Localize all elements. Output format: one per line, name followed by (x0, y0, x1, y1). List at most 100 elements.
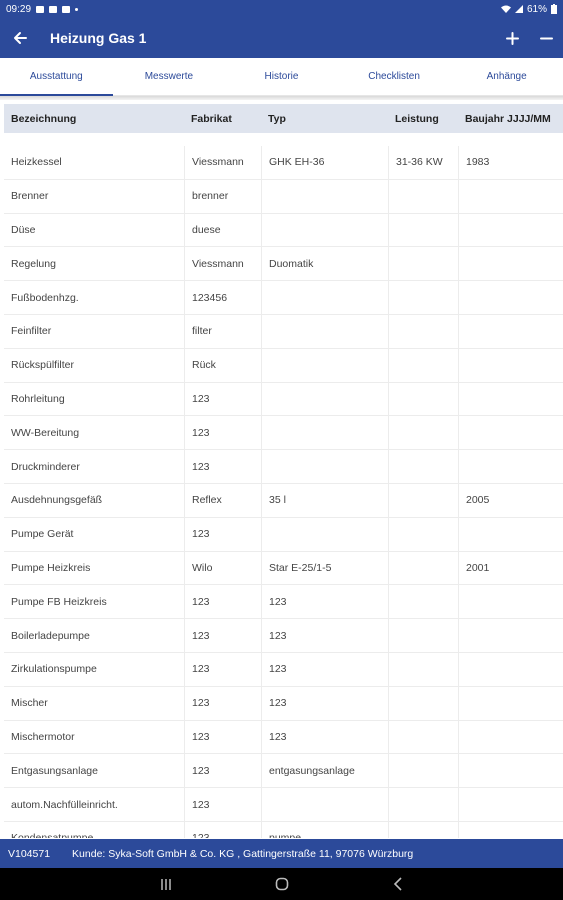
table-row[interactable]: Druckminderer 123 (4, 450, 563, 484)
column-header-fabrikat[interactable]: Fabrikat (184, 104, 261, 133)
cell-typ (261, 179, 388, 213)
table-row[interactable]: Boilerladepumpe 123 123 (4, 619, 563, 653)
cell-leistung (388, 619, 458, 652)
cell-baujahr (458, 686, 563, 720)
cell-typ: 123 (261, 619, 388, 652)
table-row[interactable]: Rohrleitung 123 (4, 382, 563, 417)
cell-baujahr (458, 247, 563, 281)
cell-fabrikat: Wilo (184, 551, 261, 585)
tab-bar: Ausstattung Messwerte Historie Checklist… (0, 58, 563, 96)
cell-typ (261, 788, 388, 821)
column-header-leistung[interactable]: Leistung (388, 104, 458, 133)
customer-info: Kunde: Syka-Soft GmbH & Co. KG , Gatting… (72, 847, 414, 860)
cell-fabrikat: 123 (184, 619, 261, 652)
cell-typ: 35 l (261, 483, 388, 517)
cell-typ: 123 (261, 686, 388, 720)
cell-bezeichnung: Boilerladepumpe (11, 629, 90, 642)
table-row[interactable]: Pumpe FB Heizkreis 123 123 (4, 585, 563, 620)
cell-baujahr: 2005 (458, 483, 563, 517)
cell-fabrikat: 123 (184, 450, 261, 483)
cell-typ: entgasungsanlage (261, 754, 388, 788)
cell-typ: Duomatik (261, 247, 388, 281)
cell-bezeichnung: Mischermotor (11, 730, 75, 743)
cell-leistung (388, 348, 458, 382)
cell-baujahr (458, 348, 563, 382)
column-header-baujahr[interactable]: Baujahr JJJJ/MM (458, 104, 563, 133)
add-button[interactable] (495, 18, 529, 58)
cell-fabrikat: brenner (184, 179, 261, 213)
cell-typ (261, 517, 388, 551)
cell-typ: 123 (261, 720, 388, 754)
cell-leistung (388, 416, 458, 450)
home-icon (275, 877, 288, 891)
cell-leistung (388, 821, 458, 838)
status-bar: 09:29 61% (0, 0, 563, 18)
table-row[interactable]: Mischermotor 123 123 (4, 720, 563, 755)
back-nav-button[interactable] (390, 876, 406, 892)
cell-baujahr (458, 416, 563, 450)
cell-fabrikat: duese (184, 213, 261, 247)
object-id: V104571 (8, 847, 51, 860)
table-row[interactable]: Pumpe Gerät 123 (4, 517, 563, 552)
remove-button[interactable] (529, 18, 563, 58)
recent-apps-button[interactable] (158, 876, 174, 892)
cell-baujahr (458, 314, 563, 348)
table-row[interactable]: Regelung Viessmann Duomatik (4, 247, 563, 282)
tab-anhaenge[interactable]: Anhänge (450, 58, 563, 95)
table-row[interactable]: Feinfilter filter (4, 314, 563, 349)
equipment-table[interactable]: Bezeichnung Fabrikat Typ Leistung Baujah… (0, 100, 563, 838)
signal-icon (514, 5, 523, 13)
cell-fabrikat: Rück (184, 348, 261, 382)
column-header-bezeichnung[interactable]: Bezeichnung (4, 104, 184, 133)
cell-bezeichnung: Fußbodenhzg. (11, 291, 79, 304)
status-time: 09:29 (6, 3, 32, 15)
table-body: Heizkessel Viessmann GHK EH-36 31-36 KW 1983… (4, 146, 563, 838)
minus-icon (539, 37, 553, 39)
table-row[interactable]: Pumpe Heizkreis Wilo Star E-25/1-5 2001 (4, 551, 563, 586)
tab-ausstattung[interactable]: Ausstattung (0, 58, 113, 96)
tab-messwerte[interactable]: Messwerte (113, 58, 226, 95)
cell-bezeichnung: Rückspülfilter (11, 359, 75, 372)
home-button[interactable] (274, 876, 290, 892)
table-row[interactable]: WW-Bereitung 123 (4, 416, 563, 451)
wifi-icon (500, 5, 511, 13)
tab-historie[interactable]: Historie (225, 58, 338, 95)
cell-leistung (388, 585, 458, 619)
cell-baujahr (458, 179, 563, 213)
cell-leistung (388, 179, 458, 213)
cell-bezeichnung: WW-Bereitung (11, 426, 80, 439)
cell-leistung (388, 686, 458, 720)
table-row[interactable]: Brenner brenner (4, 179, 563, 214)
cell-typ: pumpe (261, 821, 388, 838)
back-button[interactable] (0, 18, 40, 58)
table-row[interactable]: Entgasungsanlage 123 entgasungsanlage (4, 754, 563, 789)
footer-bar: V104571 Kunde: Syka-Soft GmbH & Co. KG ,… (0, 839, 563, 868)
table-row[interactable]: Fußbodenhzg. 123456 (4, 281, 563, 315)
table-row[interactable]: Zirkulationspumpe 123 123 (4, 652, 563, 687)
cell-baujahr (458, 281, 563, 314)
cell-baujahr (458, 450, 563, 483)
table-row[interactable]: Mischer 123 123 (4, 686, 563, 721)
recent-apps-icon (160, 878, 171, 890)
cell-typ (261, 382, 388, 416)
tab-checklisten[interactable]: Checklisten (338, 58, 451, 95)
table-row[interactable]: Ausdehnungsgefäß Reflex 35 l 2005 (4, 483, 563, 518)
app-bar: Heizung Gas 1 (0, 18, 563, 58)
cell-fabrikat: 123 (184, 821, 261, 838)
cell-bezeichnung: Rohrleitung (11, 392, 65, 405)
table-row[interactable]: Heizkessel Viessmann GHK EH-36 31-36 KW 1983 (4, 146, 563, 180)
cell-leistung (388, 314, 458, 348)
column-header-typ[interactable]: Typ (261, 104, 388, 133)
table-row[interactable]: autom.Nachfülleinricht. 123 (4, 788, 563, 822)
table-row[interactable]: Düse duese (4, 213, 563, 248)
cell-fabrikat: 123 (184, 686, 261, 720)
table-row[interactable]: Rückspülfilter Rück (4, 348, 563, 383)
cell-fabrikat: 123 (184, 382, 261, 416)
cell-leistung (388, 382, 458, 416)
cell-baujahr (458, 382, 563, 416)
cell-fabrikat: filter (184, 314, 261, 348)
cell-fabrikat: 123 (184, 416, 261, 450)
cell-bezeichnung: Düse (11, 223, 36, 236)
cell-bezeichnung: Entgasungsanlage (11, 764, 98, 777)
table-row[interactable]: Kondensatpumpe123pumpe (4, 821, 563, 838)
